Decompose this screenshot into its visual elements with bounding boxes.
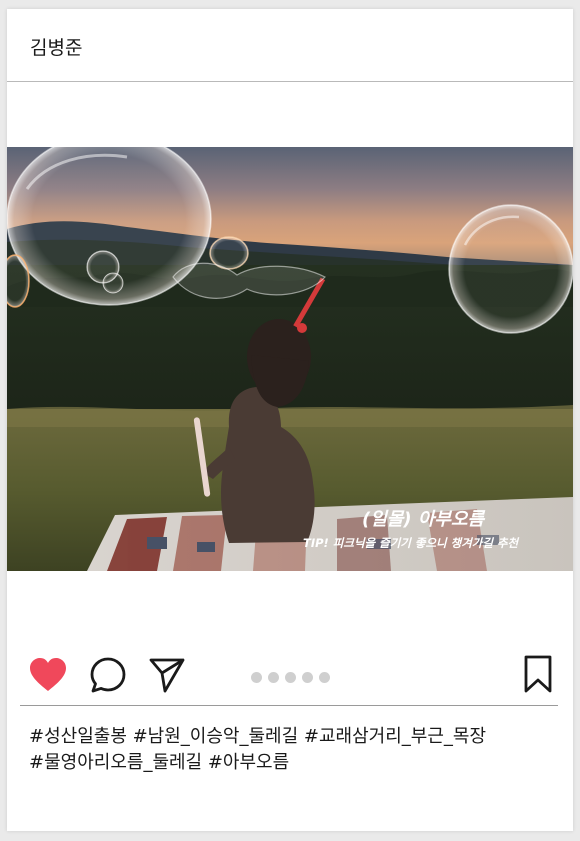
bookmark-icon[interactable] <box>522 654 554 694</box>
hashtag-line-1[interactable]: #성산일출봉 #남원_이승악_둘레길 #교래삼거리_부근_목장 <box>29 724 559 750</box>
post-photo[interactable]: (일몰) 아부오름 TIP! 피크닉을 즐기기 좋으니 챙겨가길 추천 <box>7 147 573 571</box>
photo-overlay-tip: TIP! 피크닉을 즐기기 좋으니 챙겨가길 추천 <box>303 536 520 550</box>
instagram-post-card: 김병준 (일몰) 아부오름 TIP! 피크닉을 즐기기 좋으니 챙겨가길 추천 … <box>7 9 573 831</box>
post-action-bar <box>7 645 573 705</box>
carousel-dot[interactable] <box>319 672 330 683</box>
comment-icon[interactable] <box>89 656 127 694</box>
username[interactable]: 김병준 <box>30 33 82 60</box>
carousel-indicator <box>251 672 330 684</box>
photo-illustration: (일몰) 아부오름 TIP! 피크닉을 즐기기 좋으니 챙겨가길 추천 <box>7 147 573 571</box>
heart-icon[interactable] <box>28 657 68 693</box>
hashtag-caption: #성산일출봉 #남원_이승악_둘레길 #교래삼거리_부근_목장 #물영아리오름_… <box>29 724 559 776</box>
photo-overlay-title: (일몰) 아부오름 <box>362 509 486 530</box>
carousel-dot[interactable] <box>302 672 313 683</box>
carousel-dot[interactable] <box>251 672 262 683</box>
post-header: 김병준 <box>7 9 573 82</box>
carousel-dot[interactable] <box>285 672 296 683</box>
hashtag-line-2[interactable]: #물영아리오름_둘레길 #아부오름 <box>29 750 559 776</box>
action-divider <box>20 705 558 706</box>
carousel-dot[interactable] <box>268 672 279 683</box>
send-icon[interactable] <box>148 656 186 694</box>
